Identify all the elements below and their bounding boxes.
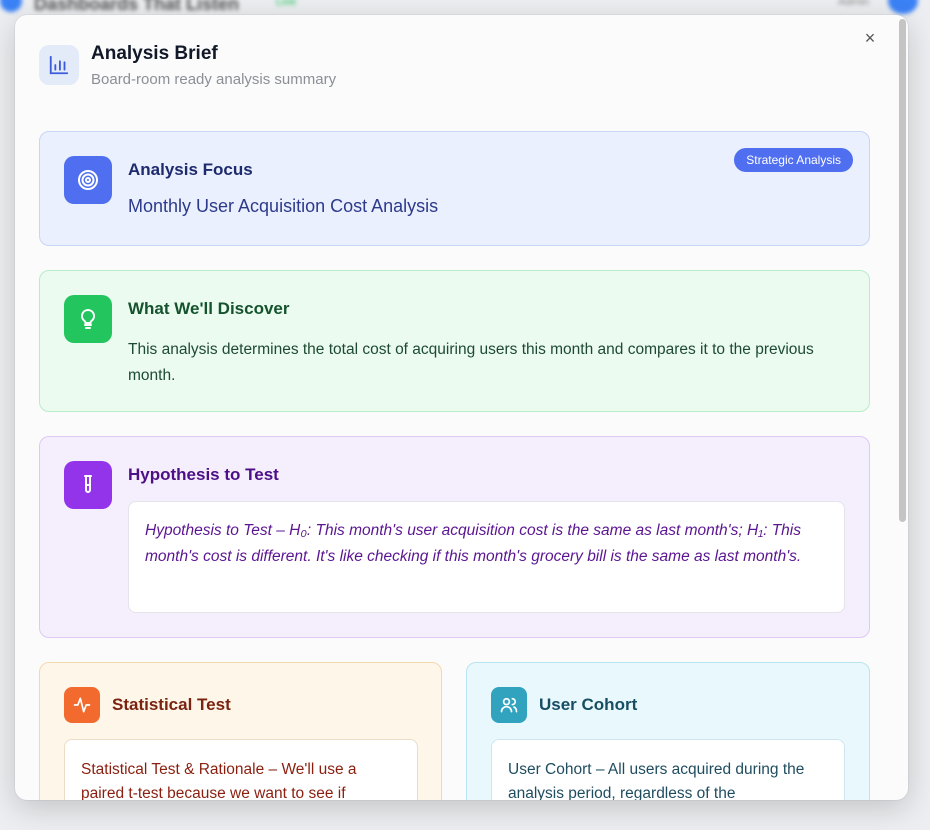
hypothesis-text: Hypothesis to Test – H₀: This month's us… <box>128 501 845 613</box>
background-title: Dashboards That Listen <box>34 0 240 14</box>
statistical-test-card: Statistical Test Statistical Test & Rati… <box>39 662 442 800</box>
user-cohort-title: User Cohort <box>539 695 638 714</box>
activity-icon <box>64 687 100 723</box>
discover-text: This analysis determines the total cost … <box>128 341 814 384</box>
background-topbar: Dashboards That Listen Live Admin <box>0 0 930 14</box>
user-cohort-card: User Cohort User Cohort – All users acqu… <box>466 662 870 800</box>
analysis-focus-card: Analysis Focus Strategic Analysis Monthl… <box>39 131 870 246</box>
analysis-focus-value: Monthly User Acquisition Cost Analysis <box>128 196 439 216</box>
users-icon <box>491 687 527 723</box>
modal-title: Analysis Brief <box>91 43 218 64</box>
hypothesis-title: Hypothesis to Test <box>128 465 279 484</box>
lightbulb-icon <box>64 295 112 343</box>
background-logo <box>0 0 22 12</box>
statistical-test-title: Statistical Test <box>112 695 231 714</box>
background-user: Admin <box>838 0 870 8</box>
close-icon[interactable]: × <box>865 28 876 48</box>
statistical-test-text: Statistical Test & Rationale – We'll use… <box>64 739 418 800</box>
analysis-focus-title: Analysis Focus <box>128 160 253 179</box>
background-avatar <box>888 0 918 14</box>
scrollbar[interactable] <box>899 19 906 522</box>
bar-chart-icon <box>39 45 79 85</box>
target-icon <box>64 156 112 204</box>
close-button[interactable]: × <box>860 28 880 48</box>
discover-card: What We'll Discover This analysis determ… <box>39 270 870 412</box>
analysis-brief-modal: × Analysis Brief Board-room ready analys… <box>15 15 908 800</box>
discover-title: What We'll Discover <box>128 299 290 318</box>
user-cohort-text: User Cohort – All users acquired during … <box>491 739 845 800</box>
strategic-analysis-badge: Strategic Analysis <box>734 148 853 172</box>
modal-subtitle: Board-room ready analysis summary <box>91 71 337 88</box>
hypothesis-card: Hypothesis to Test Hypothesis to Test – … <box>39 436 870 638</box>
background-live-badge: Live <box>276 0 297 8</box>
test-tube-icon <box>64 461 112 509</box>
